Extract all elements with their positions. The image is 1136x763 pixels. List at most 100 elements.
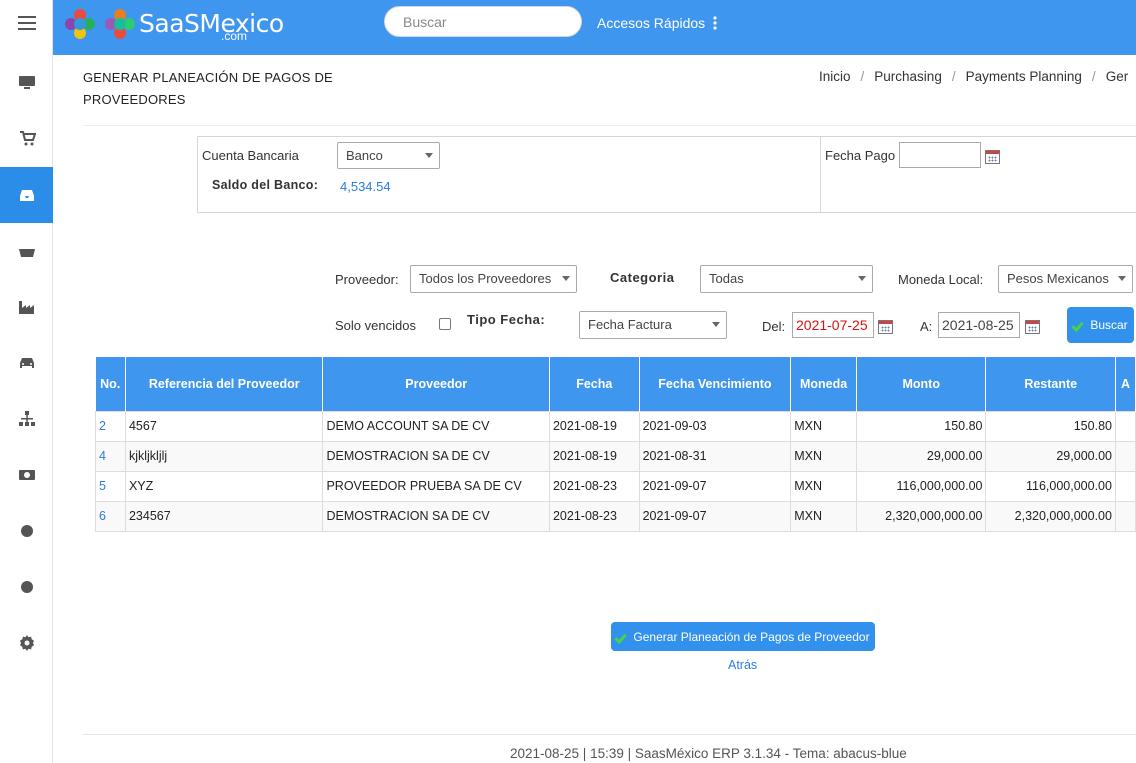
cart-icon [19, 131, 36, 146]
provider-select[interactable]: Todos los Proveedores [410, 265, 577, 293]
sidebar-item-purchasing[interactable] [0, 167, 53, 223]
circle-icon [20, 581, 33, 593]
cell-amount: 2,320,000,000.00 [855, 500, 987, 532]
category-select[interactable]: Todas [700, 265, 873, 293]
logo[interactable]: SaaSMexico [65, 4, 284, 44]
date-type-select[interactable]: Fecha Factura [579, 311, 727, 339]
breadcrumb-current: Ger [1105, 69, 1129, 84]
car-icon [19, 358, 34, 368]
logo-flower-icon-2 [105, 9, 135, 39]
quick-access-label: Accesos Rápidos [597, 15, 706, 31]
back-link[interactable]: Atrás [728, 658, 757, 672]
pay-date-label: Fecha Pago [825, 148, 896, 163]
table-row: 5 XYZ PROVEEDOR PRUEBA SA DE CV 2021-08-… [95, 470, 1136, 502]
sidebar [0, 0, 53, 763]
cell-due-date: 2021-09-07 [638, 470, 792, 502]
calendar-icon[interactable] [878, 320, 893, 334]
search-input[interactable] [384, 6, 582, 37]
date-type-value: Fecha Factura [588, 317, 672, 332]
cell-due-date: 2021-08-31 [638, 440, 792, 472]
cell-amount: 150.80 [855, 410, 987, 442]
footer-divider [83, 734, 1136, 735]
chevron-down-icon [1118, 276, 1126, 281]
cell-extra [1114, 500, 1136, 532]
search-button[interactable]: Buscar [1067, 307, 1134, 343]
breadcrumb-payments-planning[interactable]: Payments Planning [966, 69, 1082, 84]
table-header-row: No. Referencia del Proveedor Proveedor F… [95, 357, 1136, 411]
col-header[interactable]: No. [95, 357, 126, 411]
cell-extra [1114, 470, 1136, 502]
col-header[interactable]: Restante [985, 357, 1116, 411]
cell-currency: MXN [790, 500, 857, 532]
sidebar-item-organization[interactable] [0, 391, 53, 447]
col-header[interactable]: Fecha Vencimiento [639, 357, 792, 411]
table-row: 4 kjkljkljlj DEMOSTRACION SA DE CV 2021-… [95, 440, 1136, 472]
chevron-down-icon [712, 322, 720, 327]
bank-balance-label: Saldo del Banco: [212, 178, 319, 192]
row-number-link[interactable]: 2 [95, 410, 126, 442]
bank-account-select[interactable]: Banco [337, 142, 440, 169]
col-header[interactable]: Fecha [549, 357, 640, 411]
category-label: Categoria [610, 270, 675, 285]
category-value: Todas [709, 271, 744, 286]
sidebar-item-basket[interactable] [0, 223, 53, 279]
row-number-link[interactable]: 5 [95, 470, 126, 502]
overdue-checkbox[interactable] [439, 318, 451, 330]
generate-planning-label: Generar Planeación de Pagos de Proveedor [633, 629, 870, 644]
date-type-label: Tipo Fecha: [467, 312, 546, 327]
cell-date: 2021-08-23 [548, 500, 640, 532]
sidebar-item-circle-1[interactable] [0, 503, 53, 559]
bank-panel-divider [820, 137, 821, 213]
quick-access-menu[interactable]: Accesos Rápidos [597, 15, 717, 31]
currency-select[interactable]: Pesos Mexicanos [998, 265, 1133, 293]
cell-provider: DEMOSTRACION SA DE CV [322, 440, 550, 472]
sidebar-item-dashboard[interactable] [0, 54, 53, 110]
cell-reference: 4567 [124, 410, 324, 442]
col-header[interactable]: Referencia del Proveedor [125, 357, 324, 411]
col-header[interactable]: A [1115, 357, 1136, 411]
breadcrumb: Inicio / Purchasing / Payments Planning / Ger [819, 69, 1129, 84]
generate-planning-button[interactable]: Generar Planeación de Pagos de Proveedor [611, 622, 875, 651]
footer-text: 2021-08-25 | 15:39 | SaasMéxico ERP 3.1.… [510, 746, 907, 761]
cell-date: 2021-08-19 [548, 410, 640, 442]
gear-icon [19, 635, 34, 651]
logo-flower-icon [65, 9, 95, 39]
money-icon [18, 470, 35, 480]
calendar-icon[interactable] [985, 150, 1000, 164]
to-date-input[interactable]: 2021-08-25 [938, 312, 1020, 338]
col-header[interactable]: Monto [856, 357, 987, 411]
sidebar-item-manufacturing[interactable] [0, 279, 53, 335]
from-date-input[interactable]: 2021-07-25 [792, 312, 874, 338]
sidebar-item-settings[interactable] [0, 615, 53, 671]
org-chart-icon [18, 411, 35, 426]
menu-toggle-button[interactable] [0, 0, 53, 46]
table-row: 2 4567 DEMO ACCOUNT SA DE CV 2021-08-19 … [95, 410, 1136, 442]
cell-remaining: 29,000.00 [985, 440, 1116, 472]
sidebar-item-finance[interactable] [0, 447, 53, 503]
sidebar-item-circle-2[interactable] [0, 559, 53, 615]
cell-remaining: 116,000,000.00 [985, 470, 1116, 502]
logo-subtext: .com [221, 29, 248, 43]
from-date-label: Del: [762, 319, 786, 334]
sidebar-item-sales[interactable] [0, 110, 53, 166]
row-number-link[interactable]: 4 [95, 440, 126, 472]
col-header[interactable]: Proveedor [322, 357, 550, 411]
payments-table: No. Referencia del Proveedor Proveedor F… [95, 357, 1136, 532]
breadcrumb-home[interactable]: Inicio [819, 69, 851, 84]
pay-date-input[interactable] [899, 142, 981, 168]
table-row: 6 234567 DEMOSTRACION SA DE CV 2021-08-2… [95, 500, 1136, 532]
chevron-down-icon [858, 276, 866, 281]
col-header[interactable]: Moneda [790, 357, 857, 411]
cell-amount: 29,000.00 [855, 440, 987, 472]
basket-icon [18, 244, 35, 257]
cell-provider: DEMOSTRACION SA DE CV [322, 500, 550, 532]
cell-currency: MXN [790, 440, 857, 472]
cell-amount: 116,000,000.00 [855, 470, 987, 502]
breadcrumb-purchasing[interactable]: Purchasing [874, 69, 942, 84]
sidebar-item-fleet[interactable] [0, 335, 53, 391]
calendar-icon[interactable] [1025, 320, 1040, 334]
hamburger-icon [17, 16, 36, 30]
cell-provider: DEMO ACCOUNT SA DE CV [322, 410, 550, 442]
row-number-link[interactable]: 6 [95, 500, 126, 532]
currency-value: Pesos Mexicanos [1007, 271, 1109, 286]
